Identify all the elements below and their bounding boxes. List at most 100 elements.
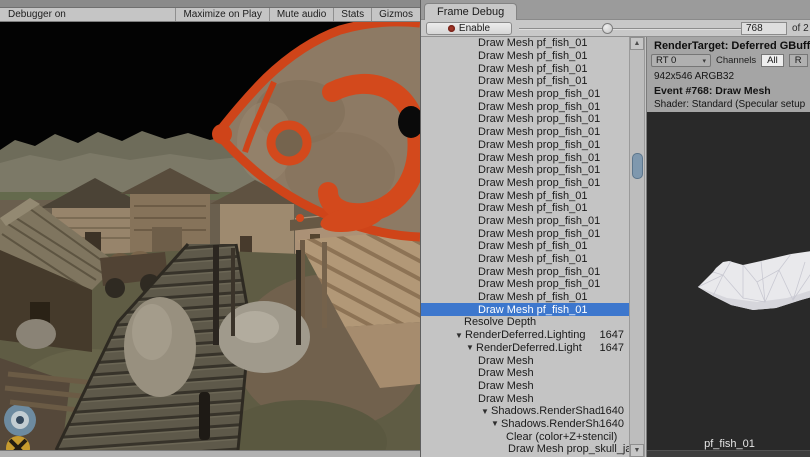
event-label: Draw Mesh prop_skull_jaw_: [508, 443, 629, 455]
frame-event-row[interactable]: Draw Mesh prop_fish_01: [421, 113, 629, 126]
frame-event-row[interactable]: Draw Mesh prop_fish_01: [421, 100, 629, 113]
channels-label: Channels: [716, 55, 756, 66]
frame-event-row[interactable]: Draw Mesh prop_fish_01: [421, 265, 629, 278]
frame-event-row[interactable]: Draw Mesh pf_fish_01: [421, 75, 629, 88]
frame-event-row[interactable]: Draw Mesh pf_fish_01: [421, 189, 629, 202]
frame-slider[interactable]: [519, 22, 756, 35]
tab-strip: Frame Debug: [421, 0, 810, 20]
game-scene-render: [0, 22, 420, 450]
rt-selector-value: RT 0: [656, 55, 676, 66]
mesh-preview[interactable]: pf_fish_01: [647, 112, 810, 457]
toolbar-button-stats[interactable]: Stats: [333, 8, 371, 21]
event-label: RenderDeferred.Lighting: [465, 329, 585, 341]
game-viewport[interactable]: [0, 22, 420, 450]
event-label: Draw Mesh prop_fish_01: [478, 177, 600, 189]
foldout-triangle-icon[interactable]: ▼: [455, 331, 465, 340]
frame-event-row[interactable]: ▼Shadows.RenderShadow1640: [421, 418, 629, 431]
event-label: Draw Mesh pf_fish_01: [478, 50, 587, 62]
frame-debug-toolbar: Enable 768 of 2: [421, 20, 810, 37]
game-toolbar-buttons: Maximize on PlayMute audioStatsGizmos: [175, 8, 420, 21]
frame-event-row[interactable]: Draw Mesh prop_fish_01: [421, 278, 629, 291]
preview-bottom-strip: [647, 450, 810, 457]
frame-event-row[interactable]: Draw Mesh pf_fish_01: [421, 37, 629, 50]
frame-event-row[interactable]: Draw Mesh pf_fish_01: [421, 202, 629, 215]
frame-event-list: Draw Mesh pf_fish_01Draw Mesh pf_fish_01…: [421, 37, 629, 457]
frame-number-field[interactable]: 768: [741, 22, 787, 35]
event-label: Draw Mesh prop_fish_01: [478, 215, 600, 227]
foldout-triangle-icon[interactable]: ▼: [481, 407, 491, 416]
render-target-controls: RT 0 ▾ Channels All R: [651, 53, 810, 68]
frame-event-row[interactable]: Draw Mesh prop_fish_01: [421, 227, 629, 240]
mesh-preview-render: [647, 112, 810, 457]
game-view-top-strip: [0, 0, 420, 8]
toolbar-button-maximize-on-play[interactable]: Maximize on Play: [175, 8, 268, 21]
unity-editor-window: Debugger on Maximize on PlayMute audioSt…: [0, 0, 810, 457]
event-label: RenderDeferred.Light: [476, 342, 582, 354]
frame-event-row[interactable]: Draw Mesh: [421, 354, 629, 367]
event-label: Draw Mesh: [478, 355, 534, 367]
scrollbar-thumb[interactable]: [632, 153, 643, 179]
rt-selector-dropdown[interactable]: RT 0 ▾: [651, 54, 711, 67]
frame-event-row[interactable]: Draw Mesh: [421, 380, 629, 393]
frame-event-row[interactable]: Draw Mesh prop_fish_01: [421, 126, 629, 139]
event-count: 1647: [600, 329, 629, 341]
event-label: Draw Mesh prop_fish_01: [478, 152, 600, 164]
slider-handle[interactable]: [602, 23, 613, 34]
channel-all-button[interactable]: All: [761, 54, 784, 67]
debugger-status-label[interactable]: Debugger on: [0, 9, 74, 20]
frame-event-row[interactable]: Draw Mesh prop_fish_01: [421, 151, 629, 164]
frame-event-row[interactable]: ▼Shadows.RenderShadowm1640: [421, 405, 629, 418]
frame-event-row[interactable]: Draw Mesh: [421, 367, 629, 380]
scroll-down-arrow-icon[interactable]: ▼: [630, 444, 644, 457]
channel-r-button[interactable]: R: [789, 54, 808, 67]
event-label: Draw Mesh prop_fish_01: [478, 164, 600, 176]
frame-event-row[interactable]: Draw Mesh prop_fish_01: [421, 164, 629, 177]
event-label: Draw Mesh prop_fish_01: [478, 101, 600, 113]
frame-event-row[interactable]: ▼RenderDeferred.Lighting 1647: [421, 329, 629, 342]
preview-fish-mesh: [698, 251, 810, 310]
event-count: 1640: [600, 405, 629, 417]
frame-total-label: of 2: [792, 23, 809, 34]
game-view-panel: Debugger on Maximize on PlayMute audioSt…: [0, 0, 420, 457]
event-label: Draw Mesh pf_fish_01: [478, 190, 587, 202]
frame-event-row[interactable]: Draw Mesh prop_fish_01: [421, 139, 629, 152]
frame-event-row[interactable]: Draw Mesh prop_fish_01: [421, 88, 629, 101]
frame-event-row[interactable]: Draw Mesh: [421, 392, 629, 405]
tab-frame-debug[interactable]: Frame Debug: [424, 3, 517, 20]
enable-button[interactable]: Enable: [426, 22, 512, 35]
frame-event-row[interactable]: ▼RenderDeferred.Light1647: [421, 342, 629, 355]
foldout-triangle-icon[interactable]: ▼: [491, 419, 501, 428]
event-details-panel: RenderTarget: Deferred GBuff RT 0 ▾ Chan…: [646, 37, 810, 457]
event-count: 1640: [600, 418, 629, 430]
event-list-scrollbar[interactable]: ▲ ▼: [629, 37, 645, 457]
frame-event-row[interactable]: Draw Mesh prop_skull_jaw_: [421, 443, 629, 456]
event-label: Draw Mesh pf_fish_01: [478, 75, 587, 87]
frame-event-row[interactable]: Resolve Depth: [421, 316, 629, 329]
frame-event-row[interactable]: Draw Mesh pf_fish_01: [421, 50, 629, 63]
frame-event-row[interactable]: Draw Mesh pf_fish_01: [421, 253, 629, 266]
render-target-size: 942x546 ARGB32: [654, 71, 734, 82]
event-label: Draw Mesh pf_fish_01: [478, 202, 587, 214]
foldout-triangle-icon[interactable]: ▼: [466, 343, 476, 352]
scroll-up-arrow-icon[interactable]: ▲: [630, 37, 644, 50]
shader-line: Shader: Standard (Specular setup: [654, 99, 805, 110]
frame-event-row[interactable]: Draw Mesh pf_fish_01: [421, 240, 629, 253]
frame-event-row[interactable]: Draw Mesh pf_fish_01: [421, 291, 629, 304]
toolbar-button-gizmos[interactable]: Gizmos: [371, 8, 420, 21]
dropdown-arrow-icon: ▾: [702, 57, 706, 65]
game-view-bottom-strip: [0, 450, 420, 457]
frame-event-row[interactable]: Draw Mesh prop_fish_01: [421, 215, 629, 228]
slider-track[interactable]: [519, 28, 756, 30]
event-label: Draw Mesh pf_fish_01: [478, 37, 587, 49]
event-label: Draw Mesh prop_fish_01: [478, 88, 600, 100]
event-label: Draw Mesh prop_fish_01: [478, 139, 600, 151]
event-label: Draw Mesh prop_fish_01: [478, 266, 600, 278]
event-label: Draw Mesh prop_fish_01: [478, 113, 600, 125]
event-label: Shadows.RenderShadow: [501, 418, 600, 430]
frame-event-row[interactable]: Draw Mesh pf_fish_01: [421, 62, 629, 75]
event-label: Draw Mesh pf_fish_01: [478, 240, 587, 252]
frame-event-row[interactable]: Draw Mesh prop_fish_01: [421, 177, 629, 190]
toolbar-button-mute-audio[interactable]: Mute audio: [269, 8, 333, 21]
frame-event-row[interactable]: Clear (color+Z+stencil): [421, 430, 629, 443]
frame-event-row[interactable]: Draw Mesh pf_fish_01: [421, 303, 629, 316]
